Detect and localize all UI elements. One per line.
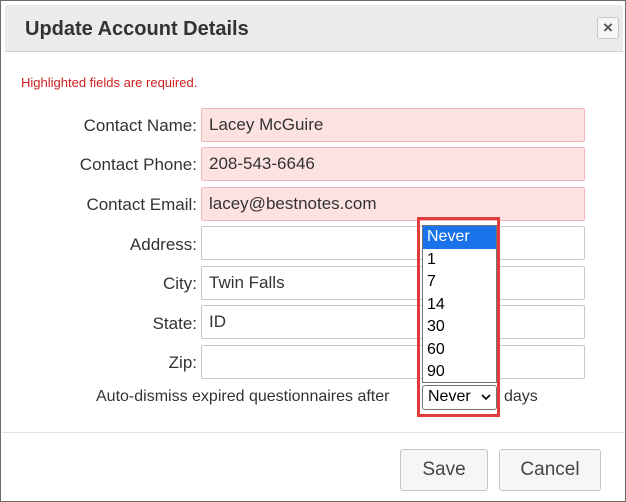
update-account-dialog: Update Account Details × Highlighted fie…: [0, 0, 626, 502]
contact-phone-input[interactable]: 208-543-6646: [201, 147, 585, 181]
footer-divider: [2, 432, 624, 433]
auto-dismiss-select[interactable]: Never: [422, 385, 497, 410]
required-fields-note: Highlighted fields are required.: [21, 75, 198, 90]
dropdown-option-never[interactable]: Never: [423, 226, 496, 249]
address-label: Address:: [129, 235, 197, 254]
cancel-button[interactable]: Cancel: [499, 449, 601, 491]
dropdown-option-7[interactable]: 7: [423, 271, 496, 294]
city-label: City:: [163, 274, 197, 293]
close-icon[interactable]: ×: [597, 17, 619, 39]
zip-label: Zip:: [168, 353, 197, 372]
dropdown-option-30[interactable]: 30: [423, 316, 496, 339]
contact-name-label: Contact Name:: [83, 116, 197, 135]
days-label: days: [504, 388, 538, 405]
contact-phone-label: Contact Phone:: [79, 155, 197, 174]
state-input[interactable]: ID: [201, 305, 585, 339]
state-label: State:: [152, 314, 197, 333]
dropdown-option-1[interactable]: 1: [423, 249, 496, 272]
dialog-title: Update Account Details: [25, 18, 249, 40]
contact-name-input[interactable]: Lacey McGuire: [201, 108, 585, 142]
dropdown-option-90[interactable]: 90: [423, 361, 496, 384]
dropdown-option-14[interactable]: 14: [423, 294, 496, 317]
save-button[interactable]: Save: [400, 449, 488, 491]
address-input[interactable]: [201, 226, 585, 260]
dropdown-option-60[interactable]: 60: [423, 339, 496, 362]
dialog-titlebar: Update Account Details ×: [5, 5, 623, 52]
zip-input[interactable]: [201, 345, 585, 379]
auto-dismiss-dropdown-list: Never 1 7 14 30 60 90: [422, 225, 497, 383]
chevron-down-icon: [481, 386, 491, 415]
contact-email-input[interactable]: lacey@bestnotes.com: [201, 187, 585, 221]
city-input[interactable]: Twin Falls: [201, 266, 585, 300]
auto-dismiss-label: Auto-dismiss expired questionnaires afte…: [96, 388, 390, 405]
auto-dismiss-selected-value: Never: [428, 388, 471, 405]
contact-email-label: Contact Email:: [86, 195, 197, 214]
